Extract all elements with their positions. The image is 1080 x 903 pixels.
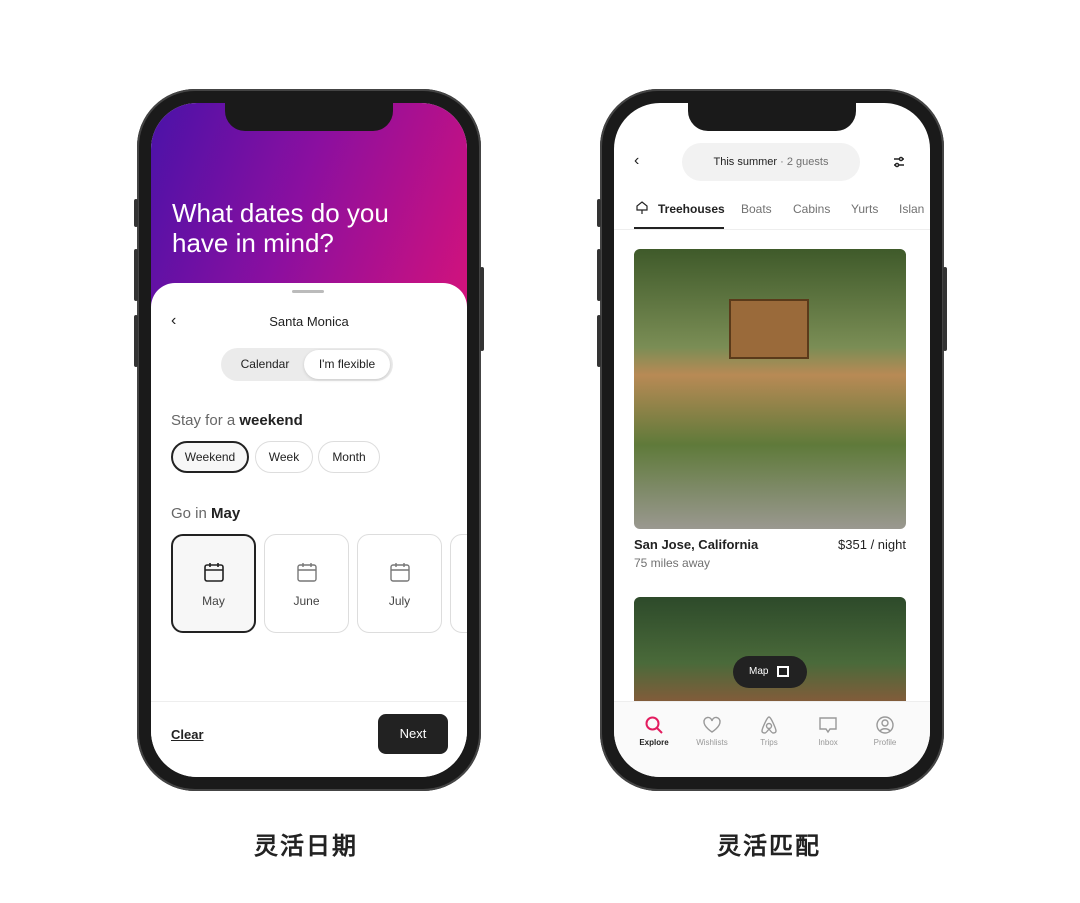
airbnb-logo-icon <box>761 716 777 734</box>
drag-handle[interactable] <box>292 290 324 293</box>
month-card-next[interactable] <box>450 534 467 633</box>
treehouse-icon <box>636 201 648 214</box>
month-card-june[interactable]: June <box>264 534 349 633</box>
duration-weekend[interactable]: Weekend <box>171 441 249 473</box>
date-sheet: ‹ Santa Monica Calendar I'm flexible Sta… <box>151 283 467 777</box>
month-card-may[interactable]: May <box>171 534 256 633</box>
stay-prefix: Stay for a <box>171 412 236 429</box>
duration-month[interactable]: Month <box>318 441 380 473</box>
nav-explore[interactable]: Explore <box>624 715 684 747</box>
category-yurts[interactable]: Yurts <box>851 202 878 216</box>
caption-right: 灵活匹配 <box>717 833 821 860</box>
map-button[interactable]: Map <box>733 656 807 688</box>
listing-photo-2[interactable] <box>634 597 906 707</box>
map-label: Map <box>749 666 769 677</box>
mode-toggle: Calendar I'm flexible <box>221 348 393 381</box>
search-guests: · 2 guests <box>780 156 829 168</box>
listing-photo[interactable] <box>634 249 906 529</box>
listing-price: $351 / night <box>838 537 906 552</box>
nav-trips[interactable]: Trips <box>739 715 799 747</box>
calendar-icon <box>296 562 317 582</box>
category-boats[interactable]: Boats <box>741 202 772 216</box>
nav-label: Inbox <box>818 738 838 747</box>
nav-label: Trips <box>760 738 778 747</box>
category-islands[interactable]: Islan <box>899 202 924 216</box>
phone-right: ‹ This summer · 2 guests Treehouses Boat… <box>597 89 947 791</box>
treehouse-shape <box>729 299 809 359</box>
month-label: June <box>293 593 320 608</box>
search-pill[interactable]: This summer · 2 guests <box>682 143 860 181</box>
calendar-icon <box>203 562 224 582</box>
location-title: Santa Monica <box>269 314 349 329</box>
search-dates: This summer <box>713 156 778 168</box>
go-value: May <box>211 505 241 522</box>
listing-location[interactable]: San Jose, California <box>634 537 758 552</box>
map-icon <box>777 666 789 677</box>
tab-calendar[interactable]: Calendar <box>227 348 303 381</box>
month-label: May <box>202 593 225 608</box>
next-button[interactable]: Next <box>378 714 448 754</box>
listing-distance: 75 miles away <box>634 556 711 570</box>
nav-wishlists[interactable]: Wishlists <box>682 715 742 747</box>
phone-left: What dates do you have in mind? ‹ Santa … <box>134 89 484 791</box>
nav-label: Explore <box>639 738 669 747</box>
message-icon <box>819 717 837 734</box>
nav-label: Profile <box>873 738 897 747</box>
tab-flexible[interactable]: I'm flexible <box>304 350 390 379</box>
clear-button[interactable]: Clear <box>171 727 204 742</box>
go-heading: Go in May <box>171 505 240 522</box>
page-title: What dates do you have in mind? <box>172 198 389 258</box>
footer-divider <box>151 701 467 702</box>
category-treehouses[interactable]: Treehouses <box>658 202 725 216</box>
go-prefix: Go in <box>171 505 207 522</box>
duration-week[interactable]: Week <box>255 441 313 473</box>
back-icon[interactable]: ‹ <box>634 152 639 170</box>
month-card-july[interactable]: July <box>357 534 442 633</box>
nav-label: Wishlists <box>696 738 728 747</box>
filter-icon[interactable] <box>892 155 906 169</box>
nav-inbox[interactable]: Inbox <box>798 715 858 747</box>
profile-icon <box>876 716 894 734</box>
stay-heading: Stay for a weekend <box>171 412 303 429</box>
calendar-icon <box>389 562 410 582</box>
category-cabins[interactable]: Cabins <box>793 202 830 216</box>
nav-profile[interactable]: Profile <box>855 715 915 747</box>
heart-icon <box>703 716 721 733</box>
month-label: July <box>388 593 411 608</box>
caption-left: 灵活日期 <box>254 833 358 860</box>
stay-value: weekend <box>239 412 303 429</box>
search-icon <box>645 716 663 734</box>
